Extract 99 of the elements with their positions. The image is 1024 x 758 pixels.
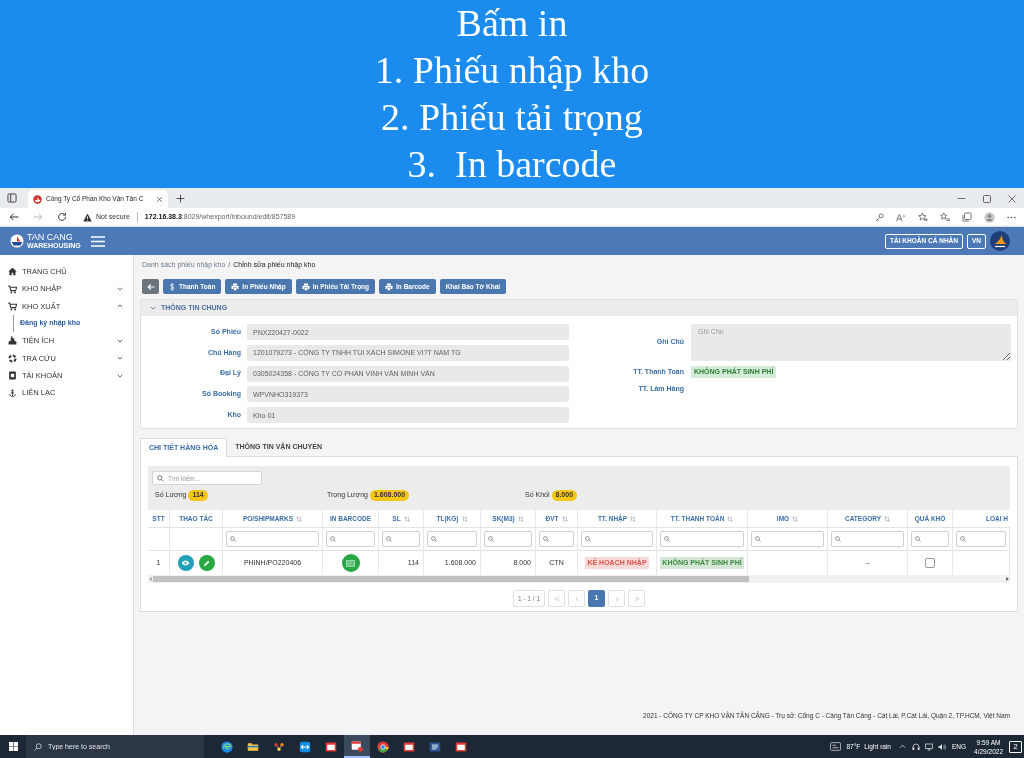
- printer-icon: [301, 282, 310, 291]
- filter-field[interactable]: [660, 531, 744, 547]
- filter-field[interactable]: [226, 531, 319, 547]
- key-icon[interactable]: [875, 212, 884, 222]
- arrow-left-icon: [146, 282, 155, 291]
- window-icon: [351, 739, 363, 752]
- star-plus-icon[interactable]: [918, 212, 928, 222]
- filter-field[interactable]: [539, 531, 574, 547]
- news-icon[interactable]: [830, 742, 842, 751]
- window-icon: [455, 740, 467, 753]
- monitor-icon[interactable]: [925, 742, 933, 751]
- network-nodes-icon: [273, 740, 285, 753]
- tab-actions-icon[interactable]: [7, 193, 17, 203]
- menu-icon[interactable]: [90, 235, 105, 247]
- filter-field[interactable]: [581, 531, 653, 547]
- search-icon: [755, 536, 761, 542]
- warning-icon[interactable]: [83, 212, 92, 222]
- anchor-icon: [8, 388, 17, 398]
- collections-icon[interactable]: [962, 212, 972, 222]
- plus-icon[interactable]: [176, 194, 185, 203]
- chevron-down-icon[interactable]: [150, 305, 156, 311]
- search-icon: [157, 474, 164, 482]
- filter-field[interactable]: [484, 531, 532, 547]
- account-avatar-icon[interactable]: [990, 231, 1010, 251]
- scrollbar-thumb[interactable]: [153, 576, 749, 582]
- maximize-icon[interactable]: [983, 194, 991, 203]
- view-button[interactable]: [177, 555, 194, 571]
- search-icon: [386, 536, 392, 542]
- window-icon: [325, 740, 337, 753]
- search-icon: [488, 536, 494, 542]
- document-icon: [429, 740, 441, 753]
- filter-field[interactable]: [382, 531, 420, 547]
- speaker-icon[interactable]: [938, 742, 946, 751]
- barcode-icon: [346, 559, 355, 567]
- search-icon: [960, 536, 966, 542]
- chevron-down-icon[interactable]: [117, 355, 123, 362]
- reload-icon[interactable]: [57, 212, 67, 222]
- chevron-down-icon[interactable]: [117, 286, 123, 293]
- eye-icon: [181, 560, 190, 566]
- home-icon: [8, 267, 17, 277]
- back-button[interactable]: [142, 279, 159, 294]
- triangle-left-icon[interactable]: [149, 577, 152, 581]
- filter-field[interactable]: [326, 531, 375, 547]
- filter-field[interactable]: [751, 531, 824, 547]
- filter-field[interactable]: [427, 531, 477, 547]
- cart-icon: [8, 301, 17, 311]
- star-list-icon[interactable]: [940, 212, 950, 222]
- search-icon: [664, 536, 670, 542]
- windows-logo-icon: [8, 742, 18, 751]
- notifications-button[interactable]: 2: [1009, 740, 1022, 753]
- search-icon: [34, 742, 42, 751]
- pencil-icon: [203, 559, 210, 567]
- profile-icon[interactable]: [984, 211, 995, 223]
- printer-icon: [385, 282, 394, 291]
- double-chevron-left-icon: [553, 595, 560, 602]
- chevron-up-icon[interactable]: [117, 303, 123, 310]
- ring-icon: [8, 353, 17, 363]
- building-icon: [8, 336, 17, 346]
- close-icon[interactable]: [156, 195, 163, 203]
- chevron-down-icon[interactable]: [117, 372, 123, 379]
- edit-button[interactable]: [198, 555, 215, 571]
- double-chevron-right-icon: [633, 595, 640, 602]
- read-aloud-icon[interactable]: [896, 212, 906, 222]
- triangle-right-icon[interactable]: [1006, 577, 1009, 581]
- close-icon[interactable]: [1008, 194, 1016, 203]
- instruction-text: 1. Phiếu nhập kho: [374, 48, 650, 93]
- window-icon: [403, 740, 415, 753]
- logo-title: TAN CANG: [27, 233, 74, 242]
- horizontal-scrollbar[interactable]: [148, 575, 1010, 583]
- dollar-icon: [169, 282, 175, 291]
- filter-field[interactable]: [831, 531, 904, 547]
- search-icon: [585, 536, 591, 542]
- printer-icon: [231, 282, 240, 291]
- instruction-text: Bấm in: [456, 1, 568, 46]
- search-icon: [543, 536, 549, 542]
- instruction-text: 3. In barcode: [407, 142, 617, 187]
- instruction-text: 2. Phiếu tải trọng: [381, 95, 643, 140]
- headset-icon[interactable]: [912, 742, 920, 751]
- folder-icon: [247, 740, 259, 753]
- framed-square-icon: [8, 371, 17, 381]
- logo-icon: [33, 194, 42, 204]
- filter-field[interactable]: [956, 531, 1006, 547]
- search-icon: [330, 536, 336, 542]
- search-icon: [915, 536, 921, 542]
- chevron-down-icon[interactable]: [117, 337, 123, 344]
- search-icon: [230, 536, 236, 542]
- checkbox[interactable]: [925, 558, 935, 568]
- arrow-left-icon[interactable]: [9, 212, 19, 222]
- search-icon: [431, 536, 437, 542]
- cart-icon: [8, 284, 17, 294]
- browser-icon: [221, 740, 233, 753]
- boat-logo-icon: [10, 234, 24, 248]
- circle-logo-icon: [377, 740, 389, 753]
- barcode-button[interactable]: [341, 554, 360, 572]
- chevron-right-icon: [613, 595, 620, 602]
- taskbar-app-button[interactable]: [344, 735, 370, 758]
- chevron-left-icon: [573, 595, 580, 602]
- search-icon: [835, 536, 841, 542]
- filter-field[interactable]: [911, 531, 949, 547]
